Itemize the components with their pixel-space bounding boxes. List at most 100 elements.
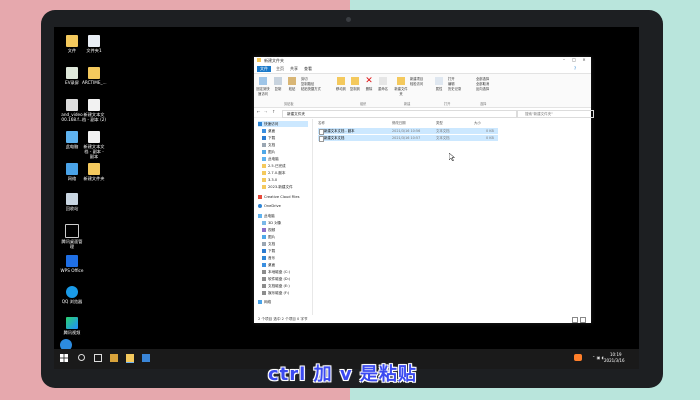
column-header-date[interactable]: 修改日期 — [392, 120, 406, 125]
desktop-icon-label: 新建文本文档 - 副本 - 副本 — [83, 144, 105, 159]
move-to-button[interactable]: 移动到 — [334, 77, 348, 91]
cut-button[interactable]: 剪切 — [301, 77, 308, 81]
desktop-icon-ev[interactable]: EV录屏 — [60, 67, 84, 85]
copy-button[interactable]: 复制 — [271, 77, 285, 91]
open-button[interactable]: 打开 — [448, 77, 455, 81]
column-header-size[interactable]: 大小 — [474, 120, 481, 125]
back-arrow-icon[interactable]: ← — [257, 109, 260, 114]
nav-item-folder-d[interactable]: 2023.新建文件 — [262, 184, 293, 190]
desktop-icon-file[interactable]: 文件 — [60, 35, 84, 53]
nav-item-pictures-2[interactable]: 图片 — [262, 234, 275, 240]
search-input[interactable]: 搜索"新建文件夹" — [516, 110, 594, 118]
paste-shortcut-button[interactable]: 粘贴快捷方式 — [301, 87, 321, 91]
desktop-icon-arctime[interactable]: ARCTIME_... — [82, 67, 107, 85]
desktop-icon-recycle[interactable]: 回收站 — [60, 193, 84, 211]
desktop-icon-tencent-video[interactable]: 腾讯视频 — [60, 317, 84, 335]
qq-icon[interactable] — [110, 354, 118, 362]
search-icon[interactable] — [78, 354, 85, 361]
select-all-button[interactable]: 全部选择 — [476, 77, 489, 81]
star-icon — [258, 121, 262, 126]
nav-item-creative-cloud[interactable]: Creative Cloud Files — [258, 194, 300, 200]
tiles-view-icon[interactable] — [580, 317, 586, 323]
nav-item-folder-b[interactable]: 2.7.0.副本 — [262, 170, 285, 176]
new-item-button[interactable]: 新建项目 — [410, 77, 423, 81]
task-view-icon[interactable] — [94, 354, 102, 362]
pin-quick-access-button[interactable]: 固定到快速访问 — [256, 77, 270, 96]
nav-item-videos[interactable]: 视频 — [262, 227, 275, 233]
history-button[interactable]: 历史记录 — [448, 87, 461, 91]
nav-item-desktop[interactable]: 桌面 — [262, 128, 275, 134]
system-tray[interactable]: ⌃ ▣ ◖ — [592, 355, 604, 360]
nav-item-downloads[interactable]: 下载 — [262, 135, 275, 141]
tab-file[interactable]: 文件 — [257, 66, 271, 72]
desktop-icon-label: 回收站 — [65, 206, 79, 211]
computer-icon — [66, 131, 78, 143]
nav-item-music[interactable]: 音乐 — [262, 255, 275, 261]
desktop-icon-textcopycopy[interactable]: 新建文本文档 - 副本 - 副本 — [82, 131, 106, 159]
paste-button[interactable]: 粘贴 — [285, 77, 299, 91]
edit-button[interactable]: 编辑 — [448, 82, 455, 86]
nav-item-pc[interactable]: 此电脑 — [258, 213, 275, 219]
file-row[interactable]: 新建文本文档 - 副本 2021/3/16 10:56 文本文档 0 KB — [318, 128, 498, 135]
windows-start-icon[interactable] — [60, 354, 68, 362]
tab-view[interactable]: 查看 — [302, 66, 314, 72]
nav-item-quick-access[interactable]: 快速访问 — [258, 121, 308, 127]
address-field[interactable]: 新建文件夹 — [282, 110, 518, 118]
details-view-icon[interactable] — [572, 317, 578, 323]
tab-home[interactable]: 主页 — [274, 66, 286, 72]
desktop-icon-textcopy2[interactable]: 新建文本文档 - 副本 (2) — [82, 99, 106, 122]
easy-access-button[interactable]: 轻松访问 — [410, 82, 423, 86]
nav-item-folder-c[interactable]: 3.3.0 — [262, 177, 277, 183]
nav-item-onedrive[interactable]: OneDrive — [258, 203, 281, 209]
tab-share[interactable]: 共享 — [288, 66, 300, 72]
nav-item-pictures[interactable]: 图片 — [262, 149, 275, 155]
up-arrow-icon[interactable]: ↑ — [272, 109, 275, 114]
ime-icon[interactable] — [574, 354, 582, 361]
desktop-icon-this-pc[interactable]: 此电脑 — [60, 131, 84, 149]
nav-item-documents[interactable]: 文档 — [262, 142, 275, 148]
desktop-icon-newfolder[interactable]: 新建文件夹 — [82, 163, 106, 181]
desktop-icon-network[interactable]: 网络 — [60, 163, 84, 181]
rename-button[interactable]: 重命名 — [376, 77, 390, 91]
nav-item-drive-d[interactable]: 软件磁盘 (D:) — [262, 276, 290, 282]
nav-item-drive-e[interactable]: 文档磁盘 (E:) — [262, 283, 290, 289]
nav-item-network[interactable]: 网络 — [258, 299, 271, 305]
desktop-icon-qqbrowser[interactable]: QQ 浏览器 — [60, 286, 84, 304]
desktop-icon-video[interactable]: and_video 00.168.f... — [60, 99, 84, 122]
column-header-name[interactable]: 名称 — [318, 120, 325, 125]
file-icon — [66, 99, 78, 111]
nav-label: 桌面 — [268, 129, 276, 133]
explorer-folder-icon[interactable] — [126, 354, 134, 363]
desktop-icon-wps[interactable]: WPS Office — [60, 255, 84, 273]
file-date: 2021/3/16 10:57 — [392, 136, 421, 140]
help-icon[interactable]: ? — [574, 66, 576, 71]
properties-button[interactable]: 属性 — [432, 77, 446, 91]
file-row[interactable]: 新建文本文档 2021/3/16 10:57 文本文档 0 KB — [318, 135, 498, 142]
maximize-icon[interactable]: □ — [570, 57, 578, 62]
new-folder-button[interactable]: 新建文件夹 — [394, 77, 408, 96]
copy-to-button[interactable]: 复制到 — [348, 77, 362, 91]
clock-date[interactable]: 2021/3/16 — [604, 358, 625, 363]
paste-label: 粘贴 — [288, 87, 296, 91]
nav-item-folder-a[interactable]: 2.5.已完成 — [262, 163, 286, 169]
nav-item-desktop-2[interactable]: 桌面 — [262, 262, 275, 268]
invert-selection-button[interactable]: 反向选择 — [476, 87, 489, 91]
nav-item-drive-c[interactable]: 本地磁盘 (C:) — [262, 269, 290, 275]
copy-path-button[interactable]: 复制路径 — [301, 82, 314, 86]
picture-icon — [262, 149, 266, 154]
app-icon[interactable] — [142, 354, 150, 362]
desktop-icon-tencent-desk[interactable]: 腾讯桌面管理 — [60, 224, 84, 249]
minimize-icon[interactable]: – — [560, 57, 568, 62]
column-header-type[interactable]: 类型 — [436, 120, 443, 125]
desktop-icon-folder1[interactable]: 文件夹1 — [82, 35, 106, 53]
nav-item-drive-f[interactable]: 娱乐磁盘 (F:) — [262, 290, 289, 296]
select-none-button[interactable]: 全部取消 — [476, 82, 489, 86]
delete-button[interactable]: ✕ 删除 — [362, 77, 376, 92]
clock-time[interactable]: 10:19 — [610, 352, 622, 357]
nav-item-3d[interactable]: 3D 对象 — [262, 220, 281, 226]
forward-arrow-icon[interactable]: → — [264, 109, 267, 114]
nav-item-this-pc[interactable]: 此电脑 — [262, 156, 279, 162]
nav-item-documents-2[interactable]: 文档 — [262, 241, 275, 247]
nav-item-downloads-2[interactable]: 下载 — [262, 248, 275, 254]
close-icon[interactable]: × — [580, 57, 588, 62]
